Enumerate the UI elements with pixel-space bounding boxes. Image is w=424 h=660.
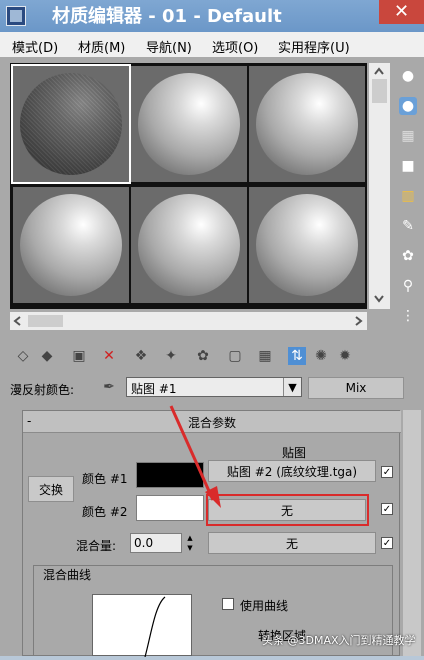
show-end-result-icon[interactable]: ▦ [256,347,274,365]
scroll-up-icon[interactable] [371,65,387,77]
color1-map-button[interactable]: 贴图 #2 (底纹纹理.tga) [208,460,376,482]
sample-sphere [138,194,240,296]
menu-utilities[interactable]: 实用程序(U) [278,37,350,56]
mixing-curve-graph [92,594,192,658]
menu-bar: 模式(D) 材质(M) 导航(N) 选项(O) 实用程序(U) [0,32,424,57]
mix-amount-label: 混合量: [76,539,117,553]
mix-amount-value: 0.0 [134,536,154,550]
material-name-dropdown[interactable]: 贴图 #1 ▼ [126,377,302,397]
use-curve-checkbox[interactable] [222,598,234,610]
color1-map-checkbox[interactable]: ✓ [381,466,393,478]
sample-slot-6[interactable] [249,187,365,303]
eyedropper-icon[interactable]: ✒ [100,378,118,396]
video-color-check-icon[interactable]: ▥ [399,187,417,205]
tutorial-highlight-box [206,494,369,526]
make-preview-icon[interactable]: ✎ [399,217,417,235]
map-type-button[interactable]: Mix [308,377,404,399]
select-by-material-icon[interactable]: ⚲ [399,277,417,295]
menu-navigation[interactable]: 导航(N) [146,37,192,56]
reset-map-icon[interactable]: ✕ [100,347,118,365]
pick-material-icon[interactable]: ✹ [336,347,354,365]
sample-slots-panel [10,63,367,309]
scroll-thumb[interactable] [28,315,63,327]
material-editor-app-icon [6,6,26,26]
scroll-right-icon[interactable] [352,315,364,327]
material-name-value: 贴图 #1 [131,382,177,396]
sample-slot-5[interactable] [131,187,247,303]
swap-button[interactable]: 交换 [28,476,74,502]
make-unique-icon[interactable]: ❖ [132,347,150,365]
material-toolbar: ◇ ◆ ▣ ✕ ❖ ✦ ✿ ▢ ▦ ⇅ ✺ ✹ [10,344,380,368]
sample-type-sphere-icon[interactable]: ● [399,67,417,85]
mixing-curve-title: 混合曲线 [40,566,95,583]
use-curve-label: 使用曲线 [240,599,289,613]
menu-options[interactable]: 选项(O) [212,37,258,56]
side-toolbar: ● ● ▦ ■ ▥ ✎ ✿ ⚲ ⋮ [394,63,422,333]
sample-sphere [20,73,122,175]
slots-horizontal-scrollbar[interactable] [10,312,367,330]
sample-sphere [256,73,358,175]
watermark-text: 头条 @3DMAX入门到精通教学 [262,634,416,647]
color2-map-checkbox[interactable]: ✓ [381,503,393,515]
sample-sphere [256,194,358,296]
scroll-thumb[interactable] [372,79,387,103]
put-material-to-scene-icon[interactable]: ◆ [38,347,56,365]
spinner-arrows-icon[interactable]: ▲ ▼ [185,533,195,553]
mix-amount-input[interactable]: 0.0 [130,533,182,553]
close-button[interactable]: ✕ [379,0,424,24]
color1-label: 颜色 #1 [82,472,128,486]
material-map-navigator-icon[interactable]: ⋮ [399,307,417,325]
show-map-in-viewport-icon[interactable]: ▢ [226,347,244,365]
mix-amount-map-button[interactable]: 无 [208,532,376,554]
scroll-left-icon[interactable] [12,315,24,327]
title-bar: 材质编辑器 - 01 - Default ✕ [0,0,424,32]
backlight-icon[interactable]: ● [399,97,417,115]
menu-material[interactable]: 材质(M) [78,37,125,56]
sample-sphere [20,194,122,296]
tutorial-arrow-icon [169,405,221,508]
mix-amount-map-checkbox[interactable]: ✓ [381,537,393,549]
menu-mode[interactable]: 模式(D) [12,37,58,56]
get-material-icon[interactable]: ◇ [14,347,32,365]
options-icon[interactable]: ✿ [399,247,417,265]
slots-vertical-scrollbar[interactable] [369,63,390,309]
assign-material-icon[interactable]: ▣ [70,347,88,365]
scroll-down-icon[interactable] [371,293,387,305]
sample-uv-tiling-icon[interactable]: ■ [399,157,417,175]
sample-slot-4[interactable] [13,187,129,303]
sample-slot-3[interactable] [249,66,365,182]
mixing-curve-icon [144,596,166,658]
color2-label: 颜色 #2 [82,505,128,519]
diffuse-color-label: 漫反射颜色: [10,383,75,397]
sample-slot-1[interactable] [11,64,131,184]
material-id-channel-icon[interactable]: ✿ [194,347,212,365]
go-forward-sibling-icon[interactable]: ✺ [312,347,330,365]
chevron-down-icon[interactable]: ▼ [283,378,301,396]
go-to-parent-icon[interactable]: ⇅ [288,347,306,365]
rollout-scrollbar[interactable] [403,410,421,656]
sample-slot-2[interactable] [131,66,247,182]
put-to-library-icon[interactable]: ✦ [162,347,180,365]
maps-column-header: 贴图 [282,446,307,460]
background-checker-icon[interactable]: ▦ [399,127,417,145]
sample-sphere [138,73,240,175]
window-title: 材质编辑器 - 01 - Default [52,6,282,27]
